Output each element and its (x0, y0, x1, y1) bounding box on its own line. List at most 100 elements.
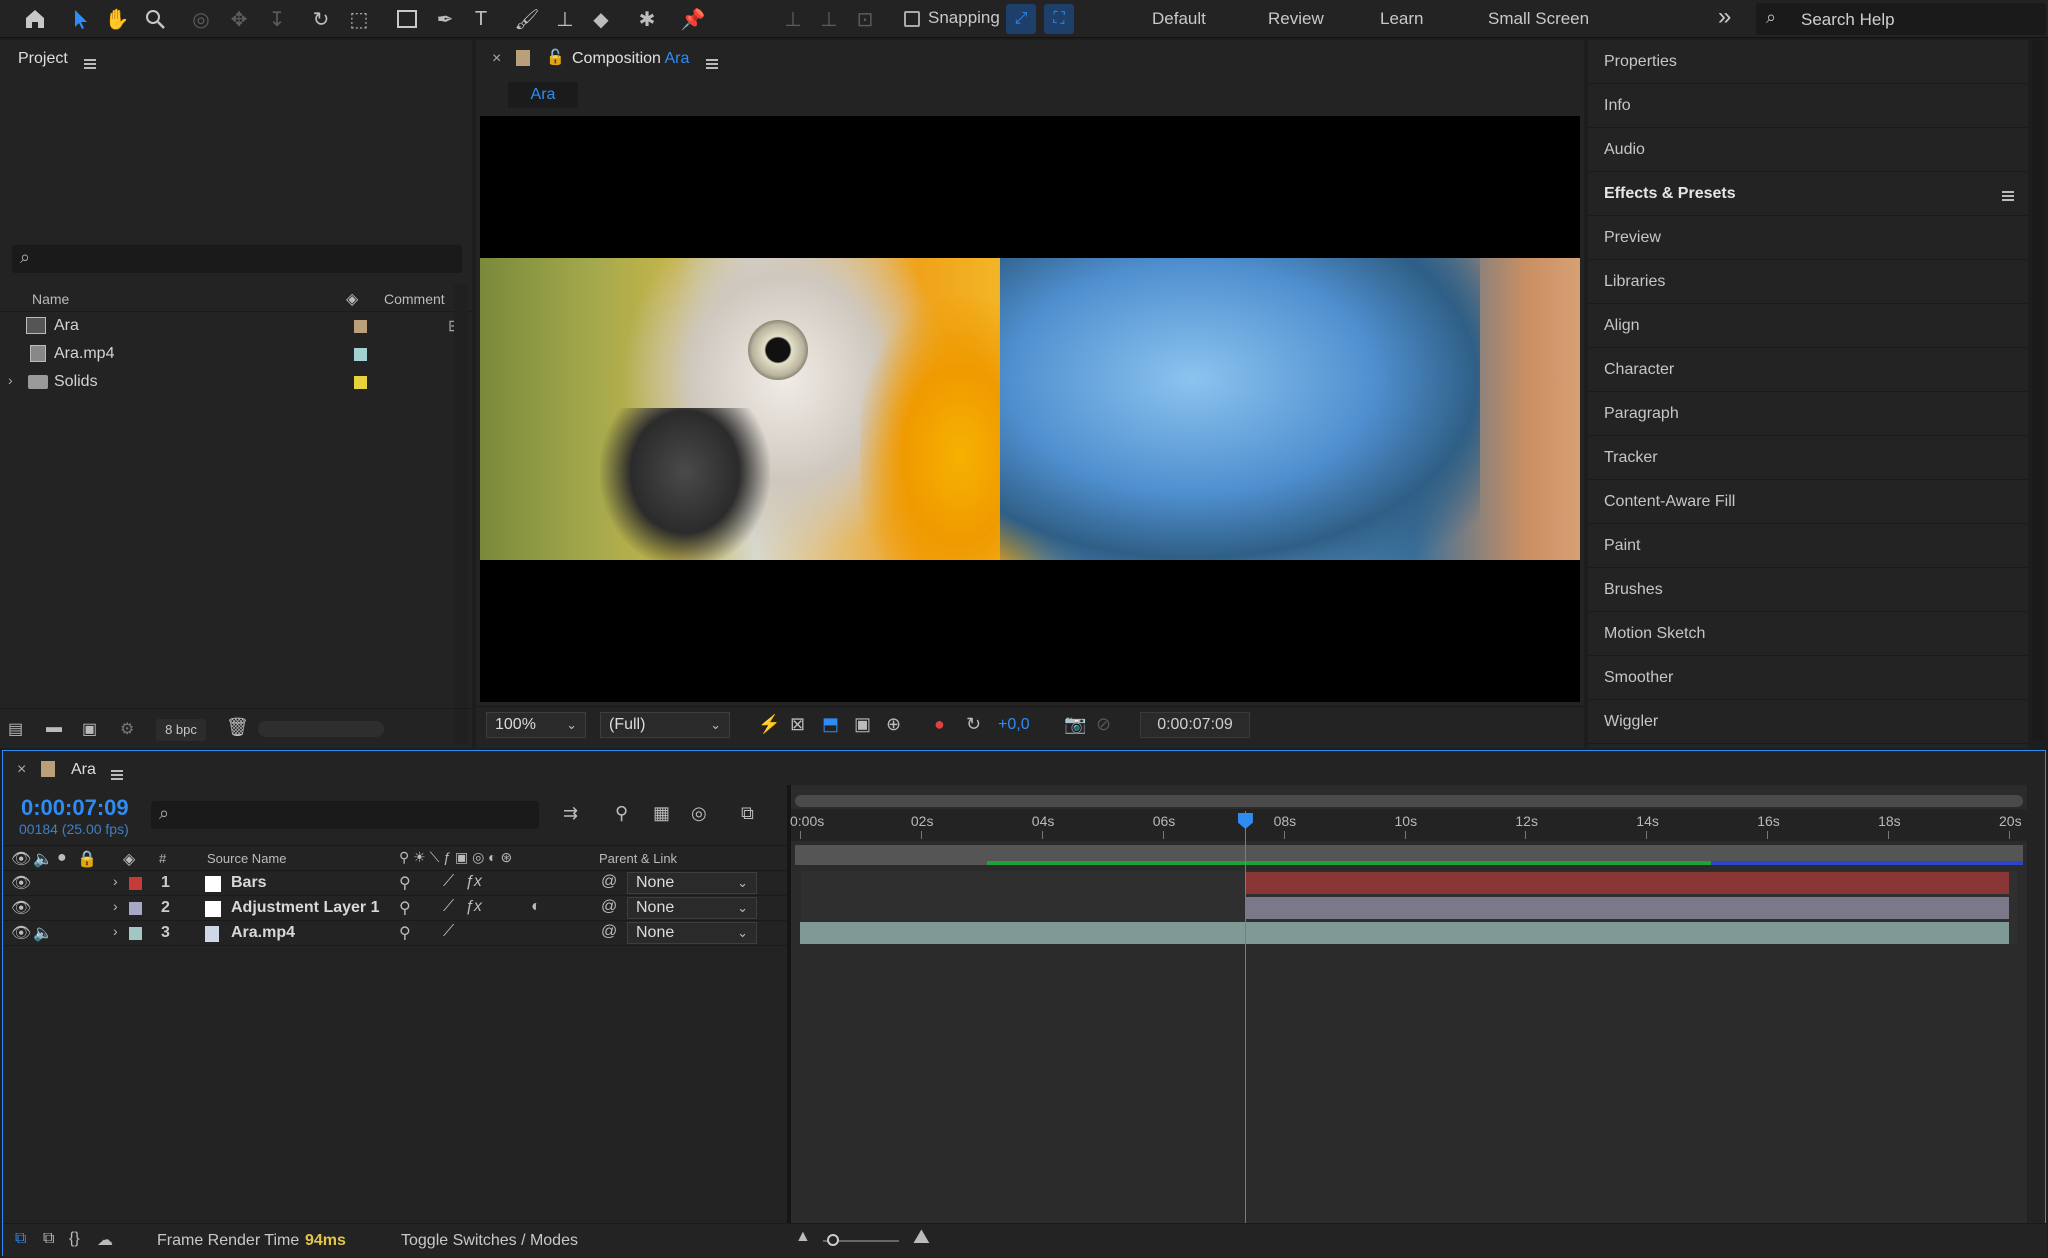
audio-speaker-icon[interactable]: 🔈 (33, 923, 53, 943)
parent-link-header[interactable]: Parent & Link (599, 851, 677, 866)
layer-name[interactable]: Bars (231, 874, 267, 892)
label-color-swatch[interactable] (354, 376, 367, 389)
align-panel-tab[interactable]: Align (1588, 304, 2028, 348)
effects-menu-icon[interactable] (2002, 190, 2014, 201)
zoom-out-mountain-icon[interactable]: ▲ (795, 1228, 811, 1246)
dolly-camera-icon[interactable]: ↧ (262, 4, 292, 34)
transfer-controls-icon[interactable]: ⧉ (43, 1230, 54, 1248)
mask-visibility-icon[interactable]: ▣ (854, 714, 871, 735)
motion-blur-icon[interactable]: ◎ (691, 803, 707, 824)
pen-tool-icon[interactable]: ✒ (430, 4, 460, 34)
transparency-grid-icon[interactable]: ⊠ (790, 714, 805, 735)
guides-icon[interactable]: ⊕ (886, 714, 901, 735)
frame-blending-icon[interactable]: ▦ (653, 803, 670, 824)
tracker-panel-tab[interactable]: Tracker (1588, 436, 2028, 480)
shy-layers-icon[interactable]: ⚲ (615, 803, 628, 824)
snapshot-camera-icon[interactable]: 📷 (1064, 714, 1086, 735)
parent-dropdown[interactable]: None ⌄ (627, 897, 757, 919)
pick-whip-icon[interactable]: @ (601, 898, 617, 916)
view-axis-icon[interactable]: ⊡ (850, 4, 880, 34)
rectangle-tool-icon[interactable] (392, 4, 422, 34)
label-color-swatch[interactable] (354, 348, 367, 361)
solo-icon[interactable]: ● (57, 849, 67, 867)
paragraph-panel-tab[interactable]: Paragraph (1588, 392, 2028, 436)
graph-editor-icon[interactable]: ⧉ (741, 803, 754, 824)
effects-presets-panel-tab[interactable]: Effects & Presets (1588, 172, 2028, 216)
parent-dropdown[interactable]: None ⌄ (627, 872, 757, 894)
timeline-timecode[interactable]: 0:00:07:09 (21, 795, 129, 821)
zoom-in-mountain-icon[interactable]: ⛰ (913, 1226, 930, 1249)
region-of-interest-icon[interactable]: ⬒ (822, 714, 839, 735)
comp-breadcrumb[interactable]: Ara (508, 82, 578, 108)
pick-whip-icon[interactable]: @ (601, 873, 617, 891)
parent-dropdown[interactable]: None ⌄ (627, 922, 757, 944)
project-search-input[interactable]: ⌕ (12, 245, 462, 273)
label-color-swatch[interactable] (129, 902, 142, 915)
adjustment-layer-switch-icon[interactable]: ◐ (531, 898, 541, 916)
properties-panel-tab[interactable]: Properties (1588, 40, 2028, 84)
search-help-field[interactable]: ⌕ Search Help (1756, 3, 2046, 35)
comp-tab-title[interactable]: Composition Ara (572, 50, 689, 68)
timeline-zoom-handle[interactable] (827, 1234, 839, 1246)
lock-icon[interactable]: 🔓 (546, 48, 565, 66)
layer-name[interactable]: Adjustment Layer 1 (231, 899, 379, 917)
comp-timecode[interactable]: 0:00:07:09 (1140, 712, 1250, 738)
label-column-tag-icon[interactable]: ◈ (346, 289, 368, 308)
project-menu-icon[interactable] (84, 58, 96, 69)
clone-stamp-tool-icon[interactable]: ⊥ (550, 4, 580, 34)
brushes-panel-tab[interactable]: Brushes (1588, 568, 2028, 612)
close-tab-icon[interactable]: × (492, 50, 501, 68)
smoother-panel-tab[interactable]: Smoother (1588, 656, 2028, 700)
zoom-tool-icon[interactable] (140, 4, 170, 34)
shy-switch-icon[interactable]: ⚲ (399, 923, 411, 943)
snap-features-icon[interactable]: ⛶ (1044, 4, 1074, 34)
layer-row-1[interactable]: 👁 › 1 Bars ⚲ ⟋ ƒx @ None ⌄ (3, 871, 787, 896)
motion-sketch-panel-tab[interactable]: Motion Sketch (1588, 612, 2028, 656)
reset-exposure-icon[interactable]: ↻ (966, 714, 981, 735)
channel-icon[interactable]: ● (934, 714, 945, 735)
layer-bar[interactable] (1244, 897, 2009, 919)
expand-chevron-icon[interactable]: › (8, 372, 13, 388)
brush-tool-icon[interactable]: 🖌 (512, 4, 542, 34)
quality-switch-icon[interactable]: ⟋ (443, 873, 454, 891)
playhead[interactable] (1244, 811, 1246, 1223)
timeline-search-input[interactable]: ⌕ (151, 801, 539, 829)
quality-switch-icon[interactable]: ⟋ (443, 923, 454, 941)
time-graph[interactable] (791, 785, 2027, 1223)
workspace-small-screen[interactable]: Small Screen (1488, 9, 1589, 29)
hand-tool-icon[interactable]: ✋ (102, 4, 132, 34)
shy-switch-icon[interactable]: ⚲ (399, 898, 411, 918)
time-navigator[interactable] (795, 795, 2023, 807)
visibility-eye-icon[interactable]: 👁 (11, 873, 31, 893)
workspace-default[interactable]: Default (1152, 9, 1206, 29)
preview-panel-tab[interactable]: Preview (1588, 216, 2028, 260)
pick-whip-icon[interactable]: @ (601, 923, 617, 941)
source-name-header[interactable]: Source Name (207, 851, 286, 866)
project-item-solids[interactable]: › Solids (0, 368, 472, 396)
workspace-review[interactable]: Review (1268, 9, 1324, 29)
new-folder-icon[interactable]: ▬ (46, 719, 62, 737)
interpret-footage-icon[interactable]: ▤ (8, 719, 23, 739)
video-eye-icon[interactable]: 👁 (11, 849, 31, 869)
project-item-ara-mp4[interactable]: Ara.mp4 (0, 340, 472, 368)
snapping-checkbox[interactable] (904, 11, 920, 27)
layer-bar[interactable] (800, 922, 2009, 944)
local-axis-icon[interactable]: ⊥ (778, 4, 808, 34)
label-color-swatch[interactable] (354, 320, 367, 333)
lock-icon[interactable]: 🔒 (77, 849, 97, 869)
shy-switch-icon[interactable]: ⚲ (399, 873, 411, 893)
new-composition-icon[interactable]: ▣ (82, 719, 97, 739)
paint-panel-tab[interactable]: Paint (1588, 524, 2028, 568)
fast-previews-icon[interactable]: ⚡ (758, 714, 780, 735)
expand-chevron-icon[interactable]: › (113, 873, 118, 889)
effects-switch-icon[interactable]: ƒx (465, 898, 482, 916)
thumbnail-size-slider[interactable] (258, 721, 384, 737)
roto-brush-tool-icon[interactable]: ✱ (632, 4, 662, 34)
layer-switches-icon[interactable]: ⧉ (15, 1230, 26, 1248)
workspace-learn[interactable]: Learn (1380, 9, 1423, 29)
puppet-pin-tool-icon[interactable]: 📌 (678, 4, 708, 34)
timeline-tab-title[interactable]: Ara (71, 761, 96, 779)
close-tab-icon[interactable]: × (17, 761, 26, 779)
audio-panel-tab[interactable]: Audio (1588, 128, 2028, 172)
expand-chevron-icon[interactable]: › (113, 923, 118, 939)
